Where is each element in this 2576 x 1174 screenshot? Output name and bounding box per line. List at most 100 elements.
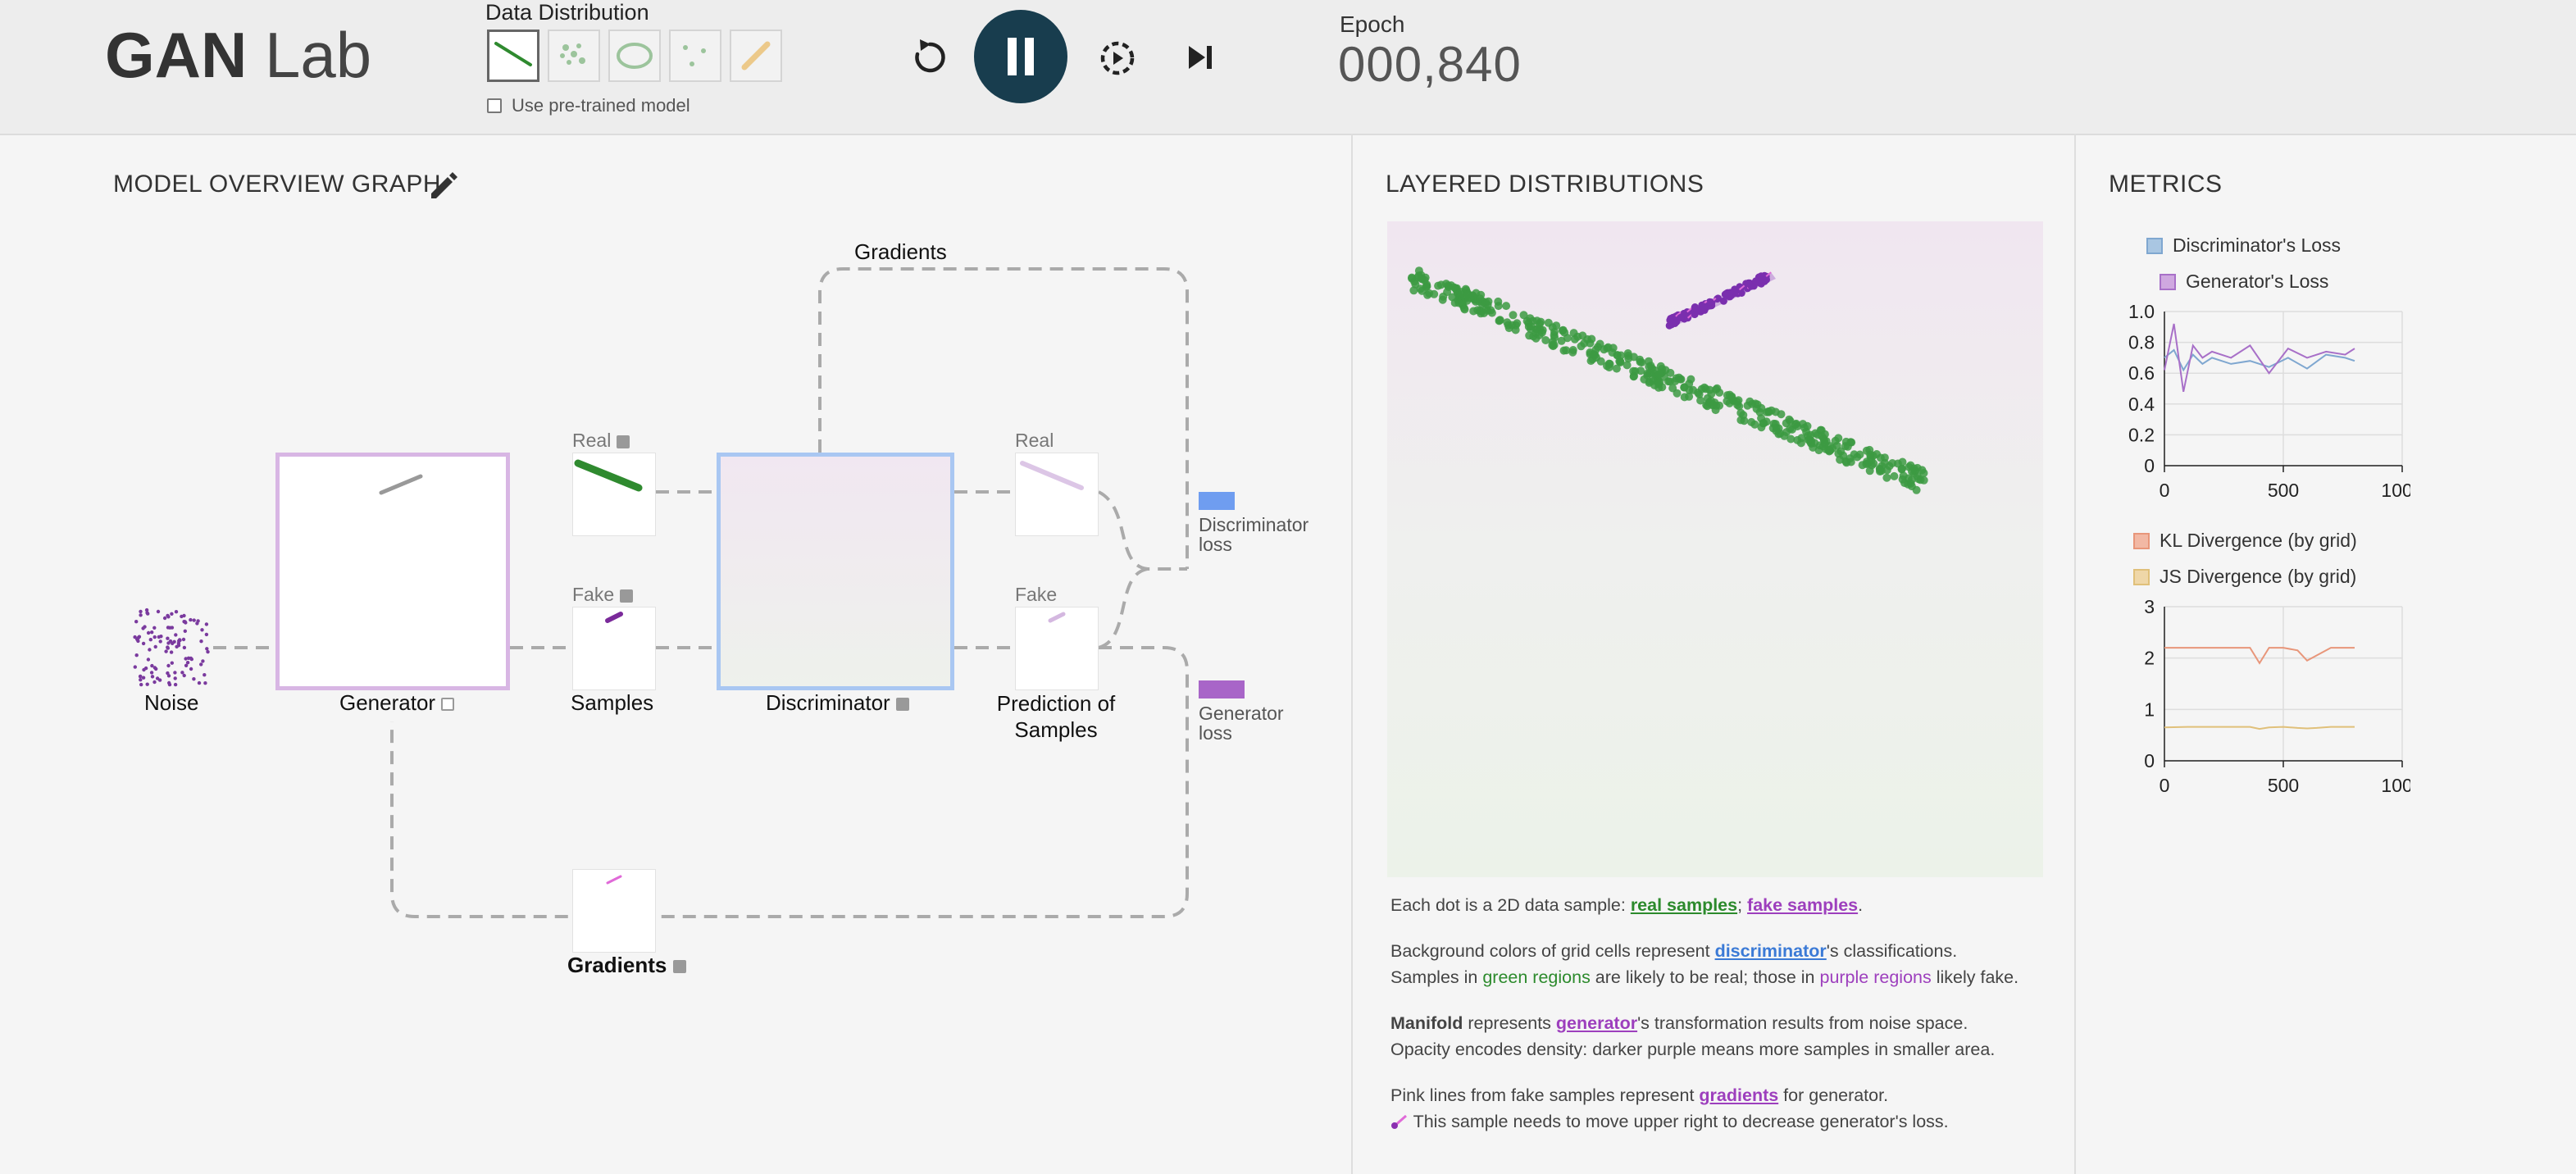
fake-prediction-label: Fake (1015, 584, 1058, 605)
generator-node[interactable] (275, 453, 510, 690)
noise-point (199, 662, 203, 667)
real-sample-point (1806, 430, 1815, 439)
real-samples-node[interactable] (572, 453, 656, 536)
noise-point (141, 641, 146, 646)
fake-samples-label: Fake (572, 584, 633, 606)
real-prediction-node[interactable] (1015, 453, 1099, 536)
real-checkbox[interactable] (616, 435, 630, 448)
gradients-checkbox[interactable] (672, 960, 686, 974)
noise-point (150, 675, 155, 679)
noise-point (139, 678, 143, 682)
fake-sample-point (1665, 321, 1673, 330)
fake-sample-point (1745, 279, 1753, 287)
real-sample-point (1686, 375, 1695, 384)
noise-node[interactable] (131, 607, 213, 689)
real-sample-point (1560, 328, 1569, 337)
real-sample-point (1549, 337, 1557, 346)
epoch-counter: 000,840 (1338, 37, 1522, 92)
noise-point (166, 674, 171, 678)
noise-point (173, 671, 177, 675)
noise-point (170, 612, 174, 616)
noise-point (170, 661, 174, 665)
disc-loss-swatch (2146, 238, 2163, 254)
noise-point (168, 626, 172, 630)
real-sample-point (1476, 294, 1485, 303)
discriminator-link[interactable]: discriminator (1715, 941, 1827, 961)
noise-point (148, 638, 152, 642)
y-tick-label: 0.8 (2128, 332, 2155, 353)
real-sample-point (1527, 322, 1536, 331)
real-sample-point (1604, 359, 1613, 368)
generator-checkbox[interactable] (441, 698, 455, 712)
noise-point (142, 667, 146, 672)
fake-checkbox[interactable] (619, 589, 633, 603)
real-sample-point (1897, 465, 1906, 474)
real-sample-point (1882, 473, 1891, 482)
real-sample-point (1596, 357, 1605, 366)
fake-prediction-node[interactable] (1015, 607, 1099, 690)
x-tick-label: 500 (2268, 775, 2299, 796)
real-sample-point (1774, 430, 1783, 439)
real-sample-point (1548, 323, 1557, 332)
noise-point (185, 661, 190, 665)
x-tick-label: 500 (2268, 480, 2299, 501)
discriminator-checkbox[interactable] (895, 698, 909, 712)
noise-point (152, 635, 157, 639)
real-sample-point (1495, 316, 1504, 325)
real-sample-point (1658, 365, 1667, 373)
real-sample-point (1705, 385, 1714, 394)
series-line (2164, 647, 2355, 665)
fake-samples-node[interactable] (572, 607, 656, 690)
real-sample-point (1876, 453, 1885, 462)
real-sample-point (1535, 330, 1544, 339)
noise-point (203, 681, 207, 685)
noise-point (155, 676, 160, 680)
gen-loss-swatch (2160, 274, 2176, 290)
real-samples-link[interactable]: real samples (1631, 895, 1737, 915)
desc-manifold: Manifold represents generator's transfor… (1390, 1013, 1996, 1059)
real-sample-point (1577, 342, 1586, 351)
gradients-link[interactable]: gradients (1699, 1085, 1778, 1105)
real-sample-point (1900, 479, 1909, 488)
metrics-title: METRICS (2109, 171, 2223, 198)
desc-samples: Each dot is a 2D data sample: real sampl… (1390, 895, 1864, 915)
real-sample-point (1559, 346, 1568, 355)
real-sample-point (1587, 334, 1596, 344)
y-tick-label: 2 (2144, 648, 2155, 669)
generator-link[interactable]: generator (1556, 1013, 1637, 1033)
noise-point (201, 659, 205, 663)
noise-point (199, 639, 203, 644)
real-sample-point (1469, 307, 1478, 316)
noise-point (206, 649, 210, 654)
real-sample-point (1636, 366, 1645, 375)
y-tick-label: 0 (2144, 455, 2155, 476)
noise-point (195, 621, 199, 626)
noise-point (186, 656, 191, 660)
discriminator-loss-label: Discriminator loss (1199, 514, 1309, 555)
discriminator-loss-bar (1199, 492, 1235, 510)
gradients-node[interactable] (572, 869, 656, 953)
real-sample-point (1460, 305, 1469, 314)
noise-point (141, 676, 146, 680)
noise-point (173, 682, 178, 687)
noise-point (166, 663, 171, 668)
divergence-chart: 0 1 2 3 0 500 1000 (2144, 596, 2410, 796)
discriminator-node[interactable] (717, 453, 954, 690)
fake-samples-link[interactable]: fake samples (1747, 895, 1858, 915)
series-line (2164, 726, 2355, 730)
generator-loss-label: Generator loss (1199, 703, 1284, 744)
noise-point (150, 630, 154, 635)
noise-label: Noise (144, 690, 199, 715)
noise-point (205, 647, 209, 651)
samples-label: Samples (571, 690, 654, 715)
y-tick-label: 0.6 (2128, 362, 2155, 384)
noise-point (153, 644, 157, 649)
real-sample-point (1866, 450, 1875, 459)
fake-sample-point (1691, 311, 1699, 319)
y-tick-label: 3 (2144, 596, 2155, 617)
real-sample-point (1696, 396, 1705, 405)
layered-distribution-canvas[interactable] (1387, 221, 2043, 877)
real-sample-point (1447, 281, 1455, 290)
real-prediction-label: Real (1015, 430, 1054, 451)
noise-point (166, 636, 170, 640)
